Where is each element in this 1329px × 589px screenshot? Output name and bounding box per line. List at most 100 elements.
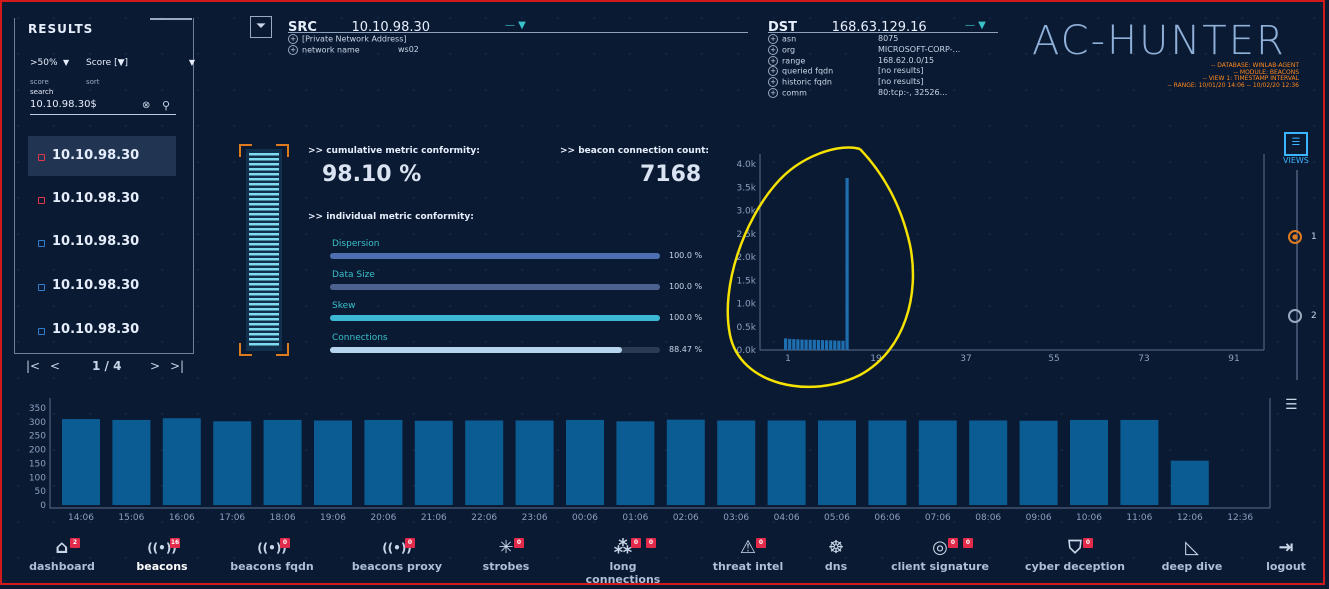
nav-label: beacons proxy <box>351 560 443 573</box>
histogram-bar <box>825 340 829 350</box>
cumulative-label: >> cumulative metric conformity: <box>308 146 480 156</box>
nav-beacons-proxy[interactable]: ((•)) 0 beacons proxy <box>347 538 447 573</box>
sort-dropdown[interactable]: Score [▼] ▼ <box>86 58 195 68</box>
strobe-icon: ✳ <box>498 537 514 558</box>
expand-icon[interactable]: + <box>768 44 778 55</box>
x-tick-label: 21:06 <box>421 513 447 523</box>
search-icon[interactable]: ⚲ <box>162 99 170 112</box>
nav-strobes[interactable]: ✳ 0 strobes <box>456 537 556 574</box>
count-badge: 0 <box>514 538 524 548</box>
dst-row-comm: + comm 80:tcp:-, 32526... <box>768 88 947 98</box>
metric-label: Skew <box>332 301 356 311</box>
dst-row-queried-fqdn: + queried fqdn [no results] <box>768 66 924 77</box>
views-track <box>1296 170 1298 380</box>
search-input[interactable]: 10.10.98.30$ <box>30 99 97 110</box>
x-tick-label: 15:06 <box>118 513 144 523</box>
y-tick-label: 200 <box>29 446 46 456</box>
nav-beacons-fqdn[interactable]: ((•)) 0 beacons fqdn <box>222 538 322 573</box>
views-button[interactable]: ☰ VIEWS <box>1283 132 1309 165</box>
hamburger-menu-icon[interactable]: ☰ <box>1285 397 1298 413</box>
histogram-bar <box>784 338 788 350</box>
metric-track <box>330 347 660 353</box>
count-badge: 0 <box>280 538 290 548</box>
nav-deep-dive[interactable]: ◺ deep dive <box>1142 538 1242 574</box>
chevron-down-icon: ▼ <box>188 58 196 67</box>
beacon-icon: ((•)) <box>257 541 287 555</box>
y-tick-label: 1.5k <box>736 276 756 286</box>
fingerprint-icon: ◎ <box>932 537 948 558</box>
checklist-icon: ☰ <box>1283 132 1308 156</box>
x-tick-label: 01:06 <box>622 513 648 523</box>
result-item[interactable]: 10.10.98.30 <box>28 136 176 176</box>
nav-beacons[interactable]: ((•)) 16 beacons <box>112 538 212 573</box>
last-page-icon[interactable]: >| <box>170 359 184 373</box>
timeline-bar <box>616 421 655 505</box>
x-tick-label: 20:06 <box>370 513 396 523</box>
nav-dashboard[interactable]: ⌂ 2 dashboard <box>12 538 112 574</box>
result-item[interactable]: 10.10.98.30 <box>28 266 176 306</box>
nav-threat-intel[interactable]: ⚠ 0 threat intel <box>698 538 798 574</box>
view-1-radio[interactable] <box>1288 230 1302 244</box>
nav-client-signature[interactable]: ◎ 0 0 client signature <box>890 537 990 574</box>
count-badge: 0 <box>963 538 973 548</box>
src-private-note: + [Private Network Address] <box>288 34 406 44</box>
count-badge: 16 <box>170 538 180 548</box>
metric-percent: 100.0 % <box>669 282 703 291</box>
dst-row-asn: + asn 8075 <box>768 34 898 44</box>
expand-icon[interactable]: + <box>768 88 778 98</box>
histogram-bar <box>808 339 812 350</box>
x-tick-label: 1 <box>785 354 791 364</box>
y-tick-label: 2.0k <box>736 253 756 263</box>
x-tick-label: 08:06 <box>975 513 1001 523</box>
src-filter-icon[interactable]: — ▼ <box>505 20 526 31</box>
histogram-bar <box>792 339 796 350</box>
count-badge: 0 <box>646 538 656 548</box>
timeline-bar <box>1120 419 1159 505</box>
next-page-icon[interactable]: > <box>150 359 160 373</box>
histogram-bar <box>812 339 816 350</box>
nav-dns[interactable]: ☸ dns <box>786 538 886 574</box>
x-tick-label: 09:06 <box>1026 513 1052 523</box>
nav-label: beacons <box>136 560 188 573</box>
nav-long-connections[interactable]: ⁂ 0 0 long connections <box>573 538 673 587</box>
beacon-icon: ((•)) <box>382 541 412 555</box>
y-tick-label: 0.5k <box>736 323 756 333</box>
result-item[interactable]: 10.10.98.30 <box>28 310 176 350</box>
src-network-row: + network name ws02 <box>288 45 419 55</box>
expand-icon[interactable]: + <box>768 34 778 44</box>
histogram-bar <box>837 340 841 350</box>
x-tick-label: 12:06 <box>1177 513 1203 523</box>
view-2-radio[interactable] <box>1288 309 1302 323</box>
x-tick-label: 18:06 <box>270 513 296 523</box>
expand-icon[interactable]: + <box>288 34 298 44</box>
expand-icon[interactable]: + <box>768 55 778 66</box>
x-tick-label: 12:36 <box>1227 513 1253 523</box>
src-divider <box>288 32 748 33</box>
expand-icon[interactable]: + <box>288 45 298 55</box>
timeline-bar <box>414 420 453 505</box>
y-tick-label: 0.0k <box>736 346 756 356</box>
dst-divider <box>768 32 998 33</box>
nav-label: cyber deception <box>1025 560 1125 573</box>
timeline-bar <box>717 420 756 505</box>
prev-page-icon[interactable]: < <box>50 359 60 373</box>
cumulative-value: 98.10 % <box>322 162 422 187</box>
nav-cyber-deception[interactable]: ⛉ 0 cyber deception <box>1025 538 1125 574</box>
dst-filter-icon[interactable]: — ▼ <box>965 20 986 31</box>
clear-icon[interactable]: ⊗ <box>142 100 150 111</box>
result-item[interactable]: 10.10.98.30 <box>28 179 176 219</box>
count-badge: 0 <box>631 538 641 548</box>
page-indicator: 1 / 4 <box>92 359 122 373</box>
histogram-bar <box>845 177 849 350</box>
expand-icon[interactable]: + <box>768 66 778 77</box>
timeline-bar <box>364 419 403 505</box>
first-page-icon[interactable]: |< <box>26 359 40 373</box>
nav-logout[interactable]: ⇥ logout <box>1236 538 1329 574</box>
expand-icon[interactable]: + <box>768 77 778 88</box>
result-item[interactable]: 10.10.98.30 <box>28 222 176 262</box>
y-tick-label: 50 <box>35 487 47 497</box>
threshold-dropdown[interactable]: >50% ▼ <box>30 58 69 68</box>
y-tick-label: 100 <box>29 473 46 483</box>
timeline-bar <box>62 419 100 505</box>
filter-icon[interactable]: ⏷ <box>250 16 272 38</box>
